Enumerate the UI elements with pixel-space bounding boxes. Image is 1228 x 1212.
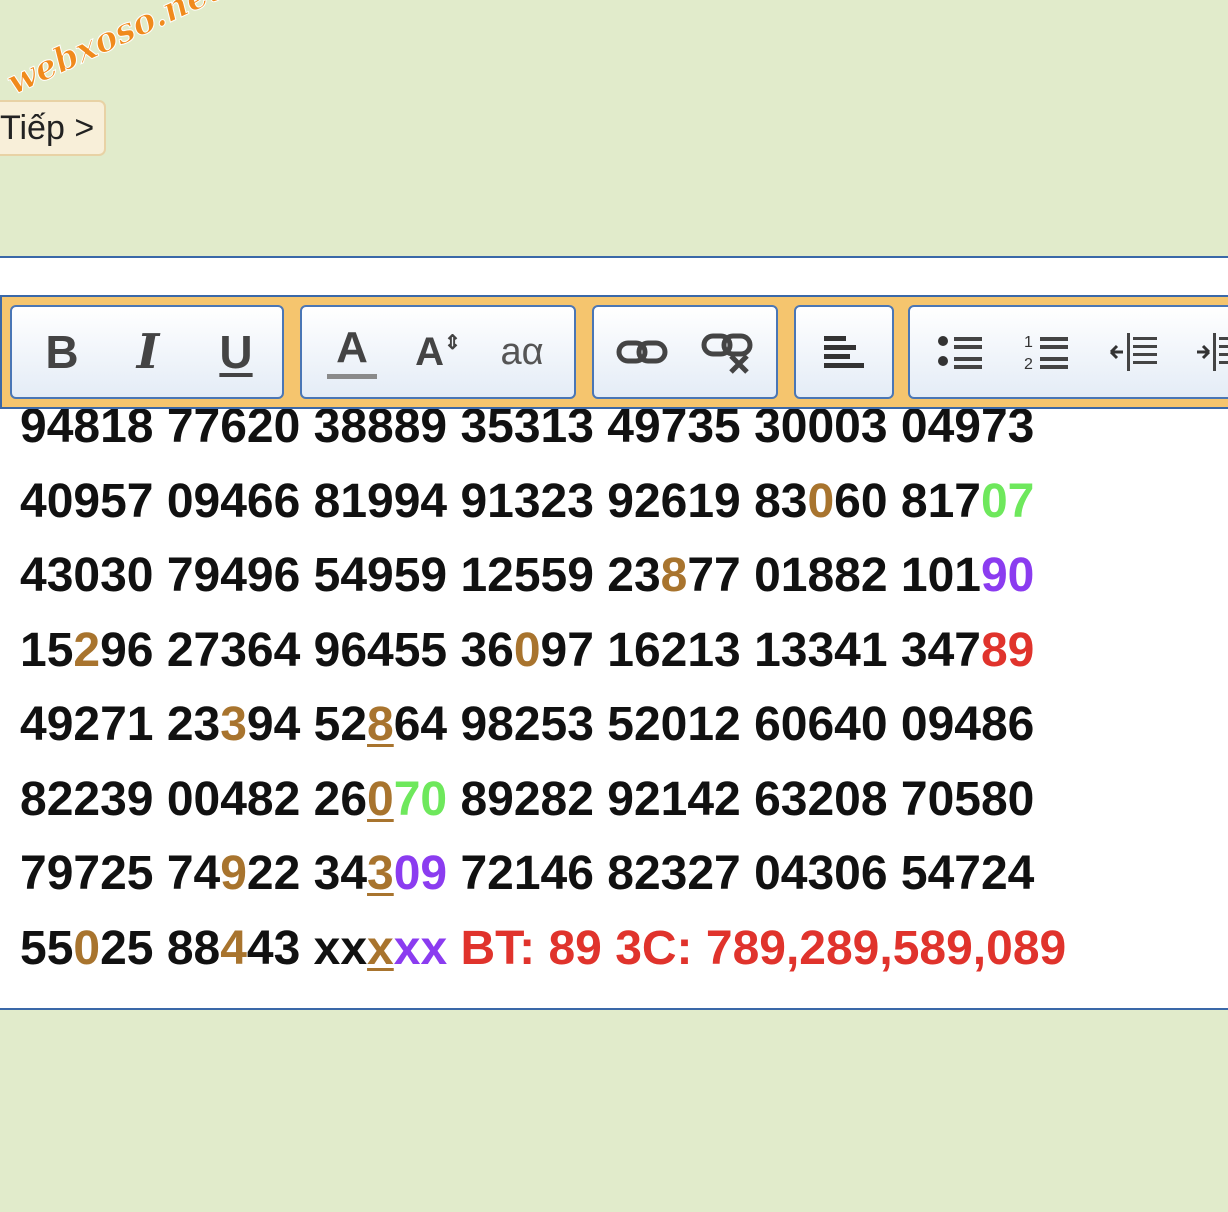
bullet-list-icon [938,336,982,369]
highlighted-digit: 70 [393,772,448,826]
highlighted-digit: 0 [367,772,394,826]
number-segment: 22 34 [246,847,368,900]
bold-button[interactable]: B [32,321,92,383]
highlighted-digit: 2 [73,623,101,677]
font-size-button[interactable]: A⇕ [408,321,468,383]
number-segment: 43 xx [246,921,368,975]
font-group: A A⇕ aα [300,305,576,399]
number-row: 79725 74922 34309 72146 82327 04306 5472… [20,837,1066,912]
highlighted-digit: 90 [980,549,1035,602]
highlighted-digit: 09 [393,847,448,900]
number-row: 43030 79496 54959 12559 23877 01882 1019… [20,539,1066,614]
number-row: 40957 09466 81994 91323 92619 83060 8170… [20,465,1066,540]
lottery-number-grid[interactable]: 94818 77620 38889 35313 49735 30003 0497… [20,390,1066,986]
link-group [592,305,778,399]
number-segment: 82239 00482 26 [20,772,368,826]
number-segment: 77 01882 101 [687,549,981,602]
highlighted-digit: 0 [513,623,541,677]
underline-button[interactable]: U [206,321,266,383]
insert-link-button[interactable] [612,321,672,383]
list-group: 1 2 [908,305,1228,399]
indent-icon [1197,333,1228,371]
number-segment: 40957 09466 81994 91323 92619 83 [20,474,808,528]
indent-button[interactable] [1190,321,1228,383]
link-icon [616,340,668,364]
rich-text-editor[interactable]: B I U A A⇕ aα 1 2 94818 77620 38889 3531… [0,256,1228,1010]
svg-text:1: 1 [1024,334,1033,351]
number-segment: 94 52 [246,698,368,751]
bold-icon: B [45,326,79,378]
editor-toolbar: B I U A A⇕ aα 1 2 [0,295,1228,409]
text-case-button[interactable]: aα [492,321,552,383]
numbered-list-button[interactable]: 1 2 [1016,321,1076,383]
highlighted-digit: 4 [220,921,247,975]
highlighted-digit: 07 [980,474,1035,528]
number-segment: 64 98253 52012 60640 09486 [393,698,1035,751]
highlighted-digit: x [367,921,394,975]
unlink-button[interactable] [698,321,758,383]
number-segment: 79725 74 [20,847,221,900]
number-segment: 15 [20,623,74,677]
number-row: 82239 00482 26070 89282 92142 63208 7058… [20,763,1066,838]
watermark-text: webxoso.net [4,0,229,103]
next-button-label: Tiếp > [0,108,95,147]
font-color-button[interactable]: A [322,321,382,383]
number-segment: 89282 92142 63208 70580 [447,772,1035,826]
align-left-icon [824,336,864,368]
font-size-icon: A⇕ [415,329,461,374]
outdent-icon [1109,333,1157,371]
unlink-icon [701,333,753,374]
number-row: 55025 88443 xxxxx BT: 89 3C: 789,289,589… [20,912,1066,987]
svg-text:2: 2 [1024,356,1033,373]
highlighted-digit: 0 [73,921,101,975]
bullet-list-button[interactable] [930,321,990,383]
font-color-icon: A [327,325,377,379]
highlighted-digit: BT: 89 3C: 789,289,589,089 [447,921,1067,975]
number-segment: 25 88 [100,921,221,975]
number-segment: 43030 79496 54959 12559 23 [20,549,661,602]
text-case-icon: aα [500,330,544,373]
highlighted-digit: 0 [807,474,835,528]
number-segment: 72146 82327 04306 54724 [447,847,1035,900]
outdent-button[interactable] [1104,321,1164,383]
number-row: 49271 23394 52864 98253 52012 60640 0948… [20,688,1066,763]
align-left-button[interactable] [814,321,874,383]
next-button[interactable]: Tiếp > [0,100,106,156]
italic-icon: I [136,324,160,380]
italic-button[interactable]: I [118,321,178,383]
number-segment: 96 27364 96455 36 [100,623,514,677]
webxoso-watermark-logo: webxoso.net [4,0,229,104]
highlighted-digit: 8 [660,549,688,602]
number-row: 15296 27364 96455 36097 16213 13341 3478… [20,614,1066,689]
highlighted-digit: 8 [367,698,394,751]
number-segment: 97 16213 13341 347 [540,623,981,677]
number-segment: 49271 23 [20,698,221,751]
underline-icon: U [219,326,253,378]
highlighted-digit: xx [393,921,448,975]
highlighted-digit: 3 [367,847,394,900]
align-group [794,305,894,399]
text-style-group: B I U [10,305,284,399]
number-segment: 55 [20,921,74,975]
highlighted-digit: 89 [980,623,1035,677]
numbered-list-icon: 1 2 [1024,334,1068,373]
highlighted-digit: 9 [220,847,247,900]
highlighted-digit: 3 [220,698,247,751]
number-segment: 60 817 [834,474,981,528]
